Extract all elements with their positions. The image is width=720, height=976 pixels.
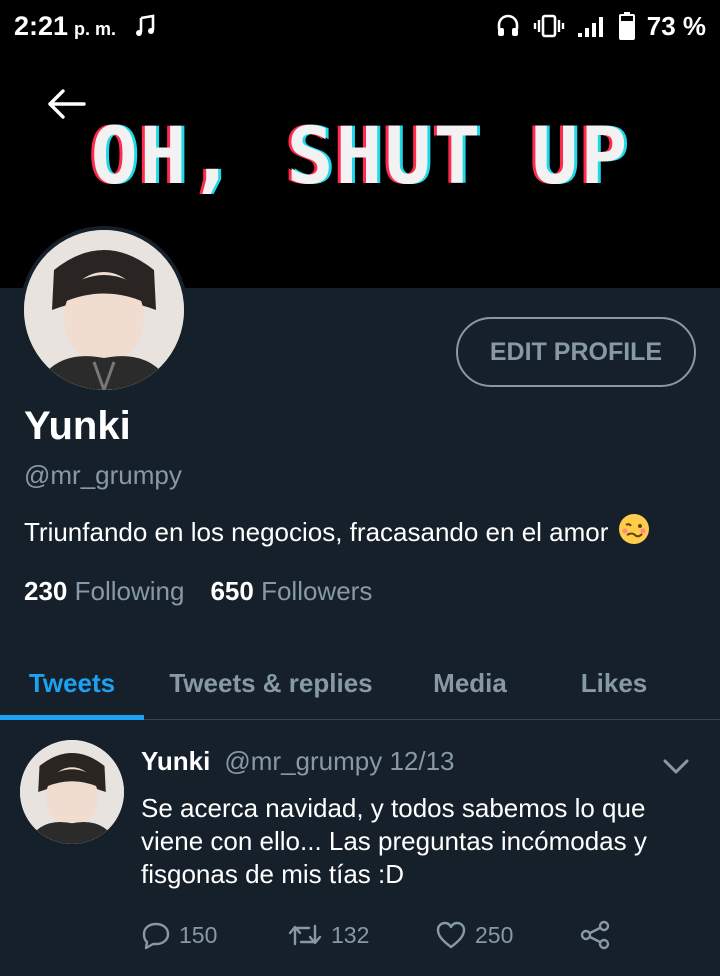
share-icon [580, 920, 610, 950]
following-label: Following [74, 576, 185, 606]
chevron-down-icon [663, 759, 689, 774]
vibrate-icon [533, 13, 565, 39]
headset-icon [495, 13, 521, 39]
edit-profile-button[interactable]: EDIT PROFILE [456, 317, 696, 387]
retweet-icon [288, 924, 322, 946]
followers-count: 650 [210, 576, 254, 606]
tweet-author-name: Yunki [141, 746, 211, 776]
tab-media[interactable]: Media [398, 646, 542, 720]
signal-icon [577, 14, 607, 38]
tweet-handle-date: @mr_grumpy 12/13 [224, 746, 455, 776]
woozy-face-emoji-icon [618, 513, 650, 552]
reply-button[interactable]: 150 [141, 920, 287, 950]
like-count: 250 [475, 921, 514, 948]
clock: 2:21 p. m. [14, 11, 116, 42]
tab-tweets[interactable]: Tweets [0, 646, 144, 720]
profile-bio: Triunfando en los negocios, fracasando e… [24, 513, 650, 552]
tweet-avatar[interactable] [20, 740, 124, 844]
reply-icon [142, 922, 170, 950]
retweet-button[interactable]: 132 [287, 920, 435, 950]
follow-stats: 230 Following 650 Followers [24, 576, 372, 607]
profile-tabs: Tweets Tweets & replies Media Likes [0, 646, 720, 720]
tweet-menu-button[interactable] [660, 750, 692, 782]
following-link[interactable]: 230 Following [24, 576, 184, 607]
like-button[interactable]: 250 [435, 920, 579, 950]
share-button[interactable] [579, 920, 611, 950]
battery-percent: 73 % [646, 10, 706, 41]
clock-time: 2:21 [14, 10, 69, 41]
profile-handle: @mr_grumpy [24, 460, 182, 490]
followers-link[interactable]: 650 Followers [210, 576, 372, 607]
clock-ampm: p. m. [74, 18, 117, 39]
retweet-count: 132 [331, 921, 370, 948]
bio-text: Triunfando en los negocios, fracasando e… [24, 517, 609, 547]
profile-avatar[interactable] [20, 226, 188, 394]
tweet-avatar-image [20, 740, 124, 844]
tweet-actions: 150 132 250 [141, 920, 621, 950]
avatar-image [24, 230, 184, 390]
tab-likes[interactable]: Likes [542, 646, 686, 720]
banner-text: OH, SHUT UP [90, 112, 630, 202]
tweet-text: Se acerca navidad, y todos sabemos lo qu… [141, 793, 647, 889]
battery-icon [618, 12, 635, 40]
tweet-item[interactable]: Yunki @mr_grumpy 12/13 Se acerca navidad… [0, 720, 720, 976]
following-count: 230 [24, 576, 68, 606]
profile-name: Yunki [24, 404, 131, 448]
tweet-header: Yunki @mr_grumpy 12/13 [141, 746, 455, 777]
music-note-icon [134, 14, 158, 38]
heart-icon [436, 921, 466, 949]
status-bar: 2:21 p. m. 73 % [0, 0, 720, 52]
tab-tweets-replies[interactable]: Tweets & replies [144, 646, 398, 720]
reply-count: 150 [179, 921, 218, 948]
followers-label: Followers [261, 576, 373, 606]
